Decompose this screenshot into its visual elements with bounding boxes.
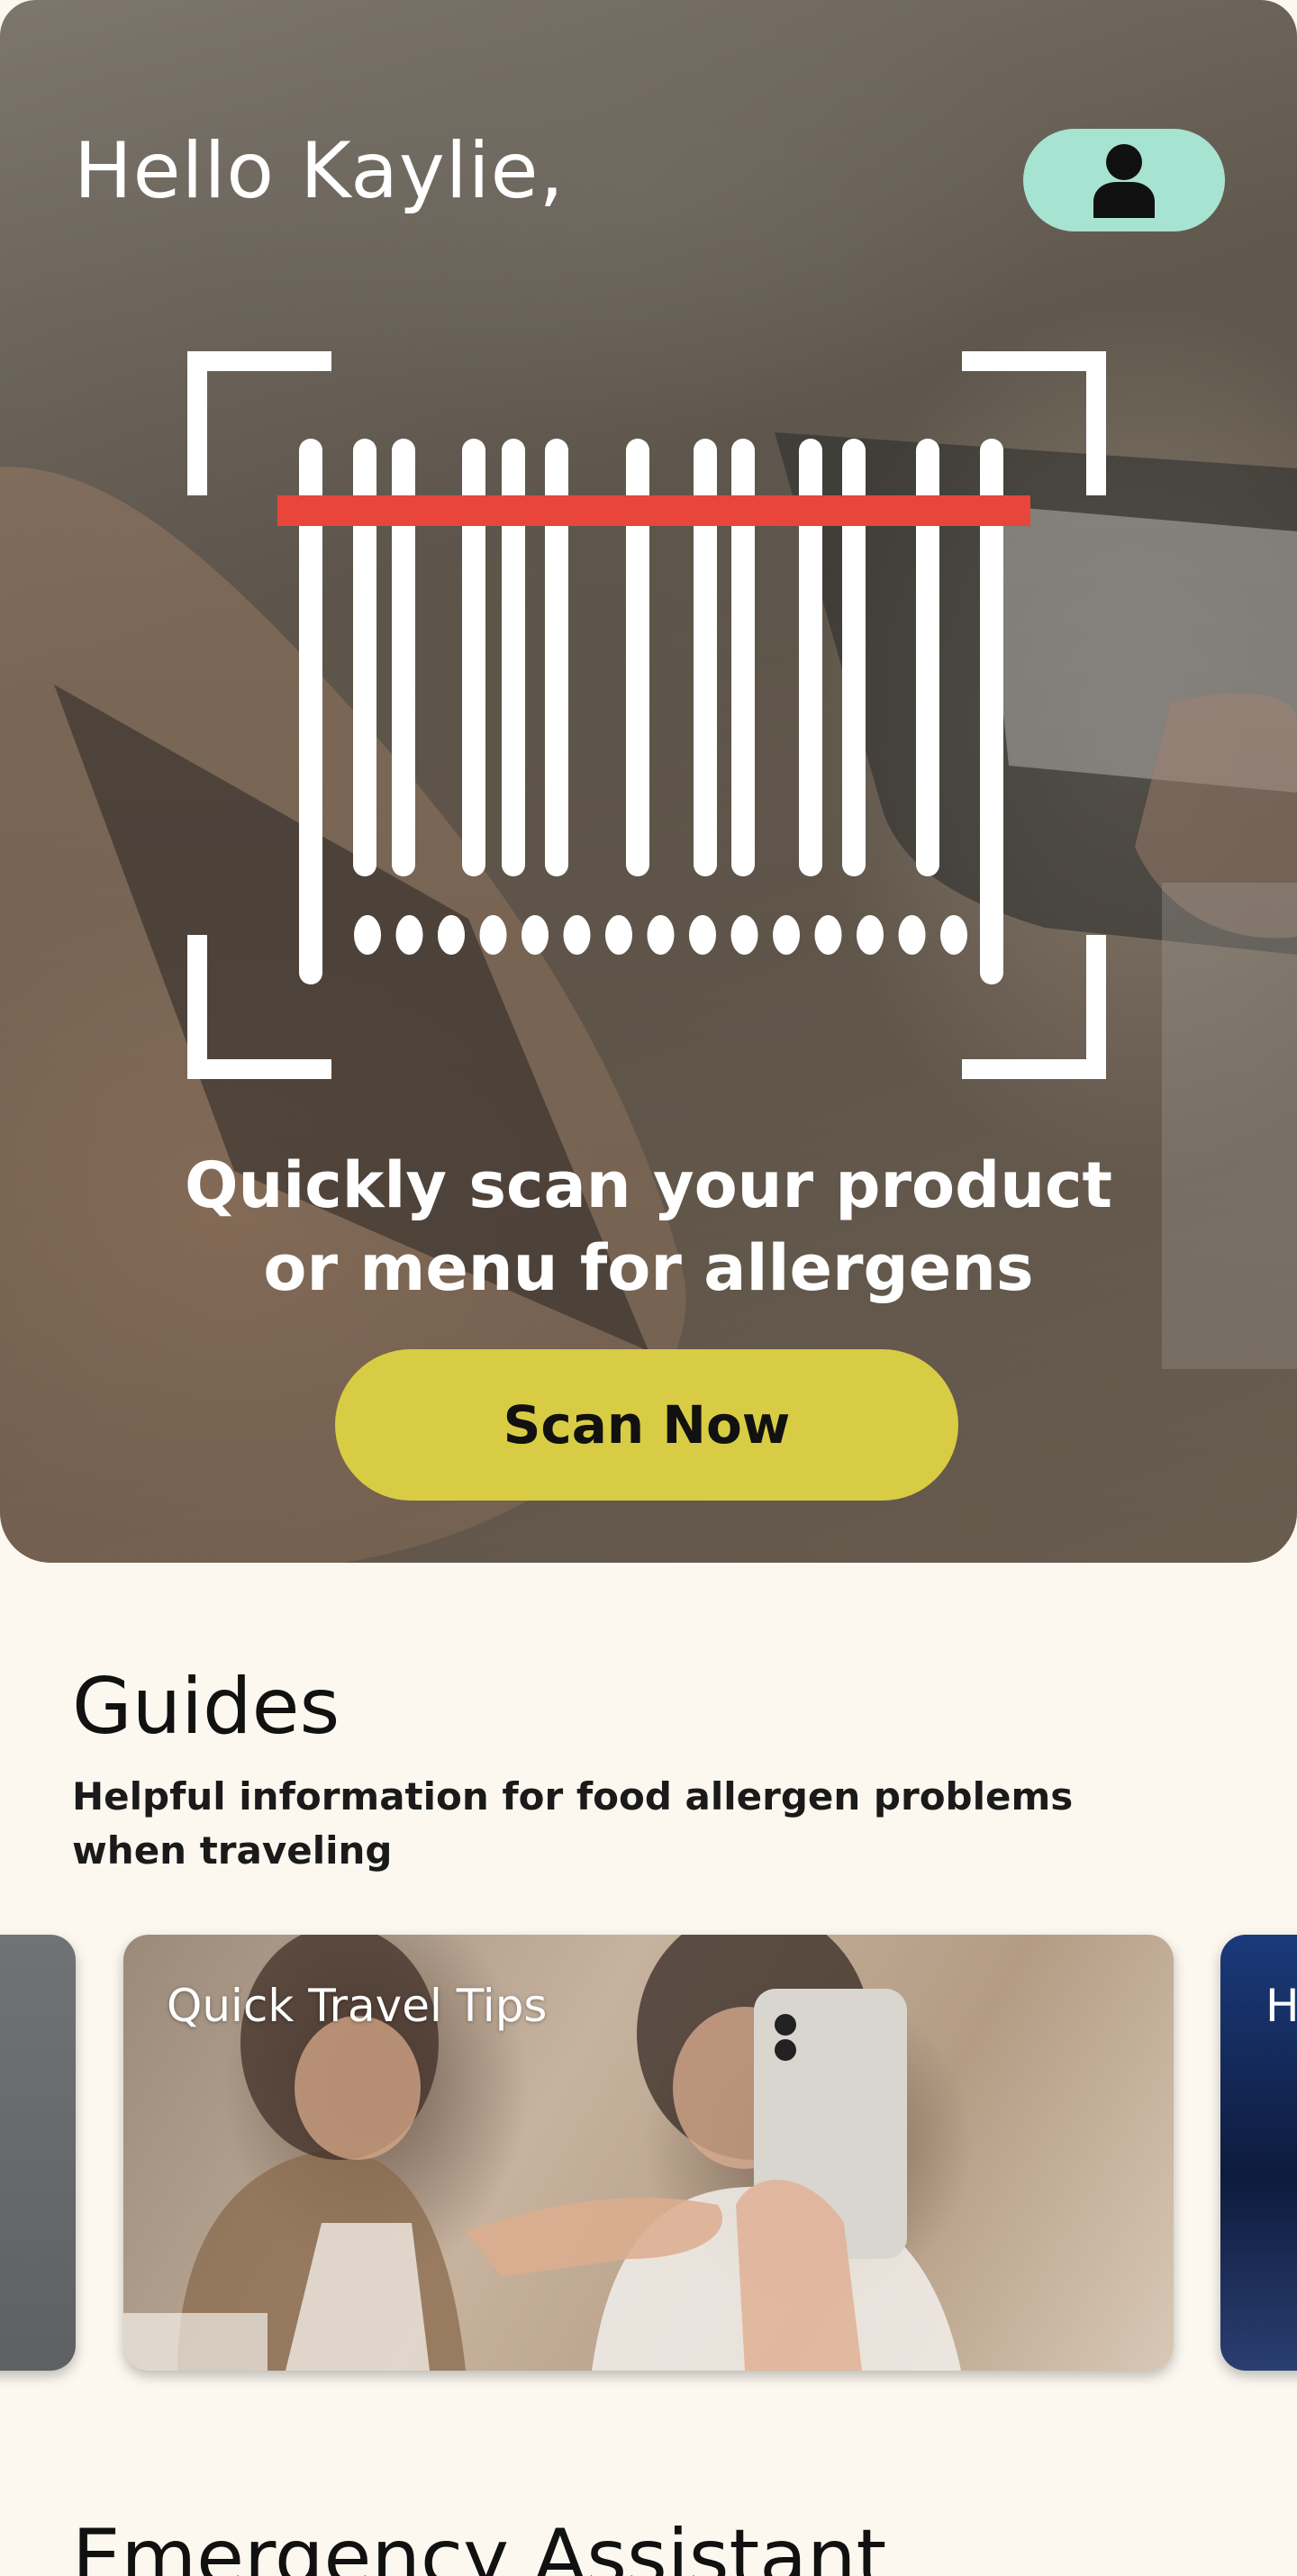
scan-line [277, 495, 1030, 526]
barcode-dot [940, 915, 967, 955]
barcode-dot [605, 915, 632, 955]
barcode-dot [395, 915, 423, 955]
guide-card-next[interactable]: H [1220, 1935, 1297, 2371]
guides-subtitle: Helpful information for food allergen pr… [72, 1770, 1243, 1878]
greeting-text: Hello Kaylie, [74, 126, 565, 216]
profile-button[interactable] [1023, 129, 1225, 231]
barcode-dot [730, 915, 758, 955]
hero-caption-line-2: or menu for allergens [263, 1231, 1034, 1305]
barcode-dot [689, 915, 716, 955]
barcode-scanner-icon [187, 351, 1106, 1079]
barcode-dot [647, 915, 675, 955]
guides-title: Guides [72, 1662, 340, 1752]
emergency-assistant-title: Emergency Assistant [72, 2513, 887, 2576]
barcode-dots [354, 915, 967, 955]
barcode-dot [898, 915, 926, 955]
barcode-dot [522, 915, 549, 955]
guides-subtitle-line-1: Helpful information for food allergen pr… [72, 1774, 1074, 1819]
guide-card-next-label: H [1265, 1980, 1297, 2032]
barcode-bars [299, 439, 1003, 984]
barcode-dot [479, 915, 507, 955]
scan-now-label: Scan Now [503, 1394, 791, 1456]
guides-carousel[interactable]: Quick Travel Tips H [0, 1935, 1297, 2376]
hero-caption-line-1: Quickly scan your product [184, 1148, 1113, 1222]
barcode-dot [438, 915, 465, 955]
guides-subtitle-line-2: when traveling [72, 1828, 393, 1873]
guide-card-quick-travel-tips[interactable]: Quick Travel Tips [123, 1935, 1174, 2371]
guide-card-label: Quick Travel Tips [167, 1980, 548, 2032]
user-icon [1093, 144, 1155, 218]
barcode-dot [857, 915, 884, 955]
guide-card-previous[interactable] [0, 1935, 76, 2371]
hero-banner: Hello Kaylie, Quickly scan your product … [0, 0, 1297, 1563]
barcode-dot [773, 915, 800, 955]
scan-now-button[interactable]: Scan Now [335, 1349, 958, 1501]
hero-caption: Quickly scan your product or menu for al… [108, 1144, 1189, 1310]
barcode-dot [354, 915, 381, 955]
home-screen: Hello Kaylie, Quickly scan your product … [0, 0, 1297, 2576]
barcode-dot [814, 915, 842, 955]
barcode-dot [563, 915, 591, 955]
